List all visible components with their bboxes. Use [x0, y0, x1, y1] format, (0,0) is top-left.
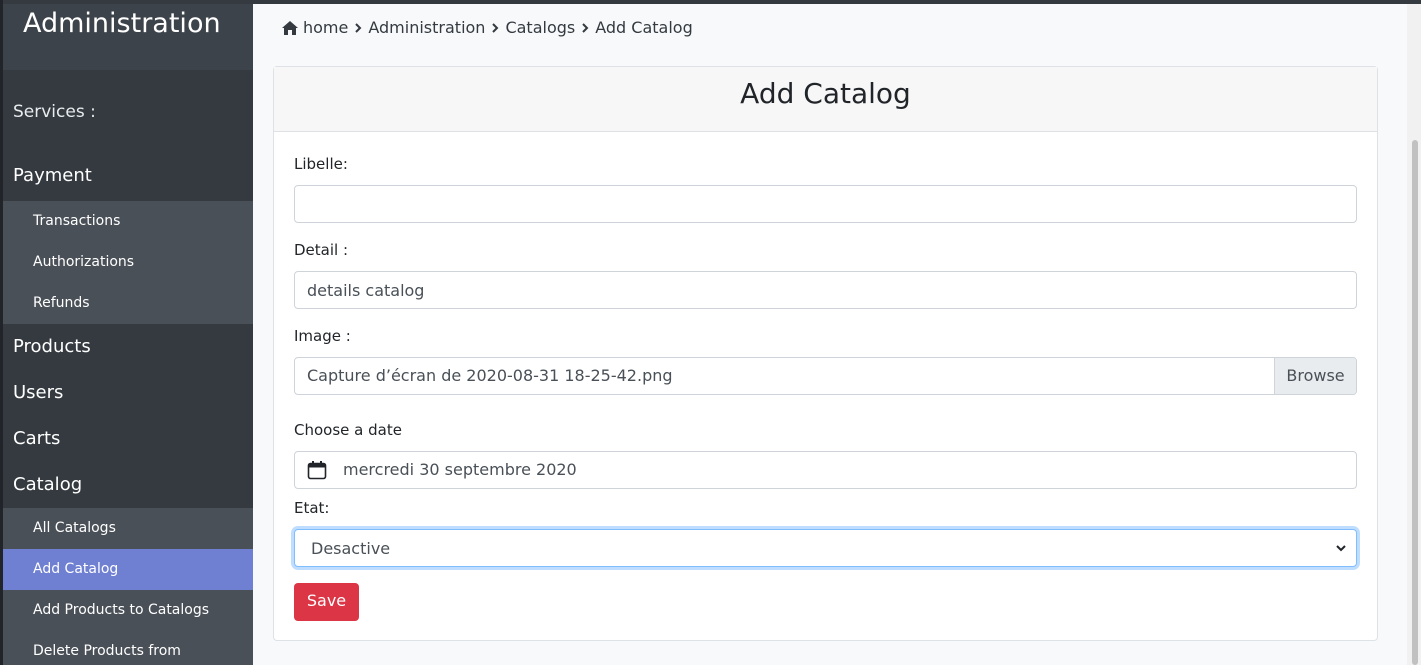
sidebar-item-authorizations[interactable]: Authorizations	[3, 242, 253, 283]
detail-input[interactable]	[294, 271, 1357, 309]
sidebar-item-add-products-to-catalogs[interactable]: Add Products to Catalogs	[3, 590, 253, 631]
save-button[interactable]: Save	[294, 583, 359, 621]
chevron-right-icon	[355, 22, 362, 33]
libelle-input[interactable]	[294, 185, 1357, 223]
image-file-input[interactable]: Capture d’écran de 2020-08-31 18-25-42.p…	[294, 357, 1357, 395]
sidebar: Administration Services : Payment Transa…	[3, 4, 253, 665]
services-label: Services :	[13, 102, 96, 122]
etat-selected-value: Desactive	[311, 539, 391, 558]
sidebar-item-add-catalog[interactable]: Add Catalog	[3, 549, 253, 590]
chevron-right-icon	[492, 22, 499, 33]
breadcrumb-home-link[interactable]: home	[303, 18, 348, 37]
home-icon	[282, 20, 298, 35]
sidebar-category-carts[interactable]: Carts	[3, 416, 253, 462]
sidebar-item-all-catalogs[interactable]: All Catalogs	[3, 508, 253, 549]
calendar-icon[interactable]	[307, 460, 327, 480]
image-file-name: Capture d’écran de 2020-08-31 18-25-42.p…	[307, 366, 673, 385]
detail-label: Detail :	[294, 241, 349, 259]
sidebar-category-users[interactable]: Users	[3, 370, 253, 416]
etat-label: Etat:	[294, 499, 330, 517]
breadcrumb-current: Add Catalog	[595, 18, 693, 37]
sidebar-category-catalog[interactable]: Catalog	[3, 462, 253, 508]
breadcrumb-catalogs-link[interactable]: Catalogs	[505, 18, 575, 37]
scrollbar-thumb[interactable]	[1412, 140, 1418, 665]
date-value: mercredi 30 septembre 2020	[343, 460, 577, 479]
libelle-label: Libelle:	[294, 155, 348, 173]
add-catalog-card: Add Catalog Libelle: Detail : Image : Ca…	[273, 66, 1378, 641]
sidebar-item-transactions[interactable]: Transactions	[3, 201, 253, 242]
sidebar-item-delete-products-from[interactable]: Delete Products from	[3, 631, 253, 665]
date-label: Choose a date	[294, 421, 402, 439]
date-input[interactable]: mercredi 30 septembre 2020	[294, 451, 1357, 489]
chevron-down-icon	[1336, 545, 1346, 552]
etat-select[interactable]: Desactive	[294, 529, 1357, 567]
sidebar-brand: Administration	[3, 4, 253, 70]
sidebar-category-payment[interactable]: Payment	[3, 134, 253, 201]
browse-button[interactable]: Browse	[1274, 358, 1356, 394]
sidebar-item-refunds[interactable]: Refunds	[3, 283, 253, 324]
image-label: Image :	[294, 327, 351, 345]
breadcrumb: home Administration Catalogs Add Catalog	[281, 18, 693, 37]
chevron-right-icon	[582, 22, 589, 33]
breadcrumb-administration-link[interactable]: Administration	[368, 18, 485, 37]
page-title: Add Catalog	[274, 67, 1377, 132]
sidebar-category-products[interactable]: Products	[3, 324, 253, 370]
